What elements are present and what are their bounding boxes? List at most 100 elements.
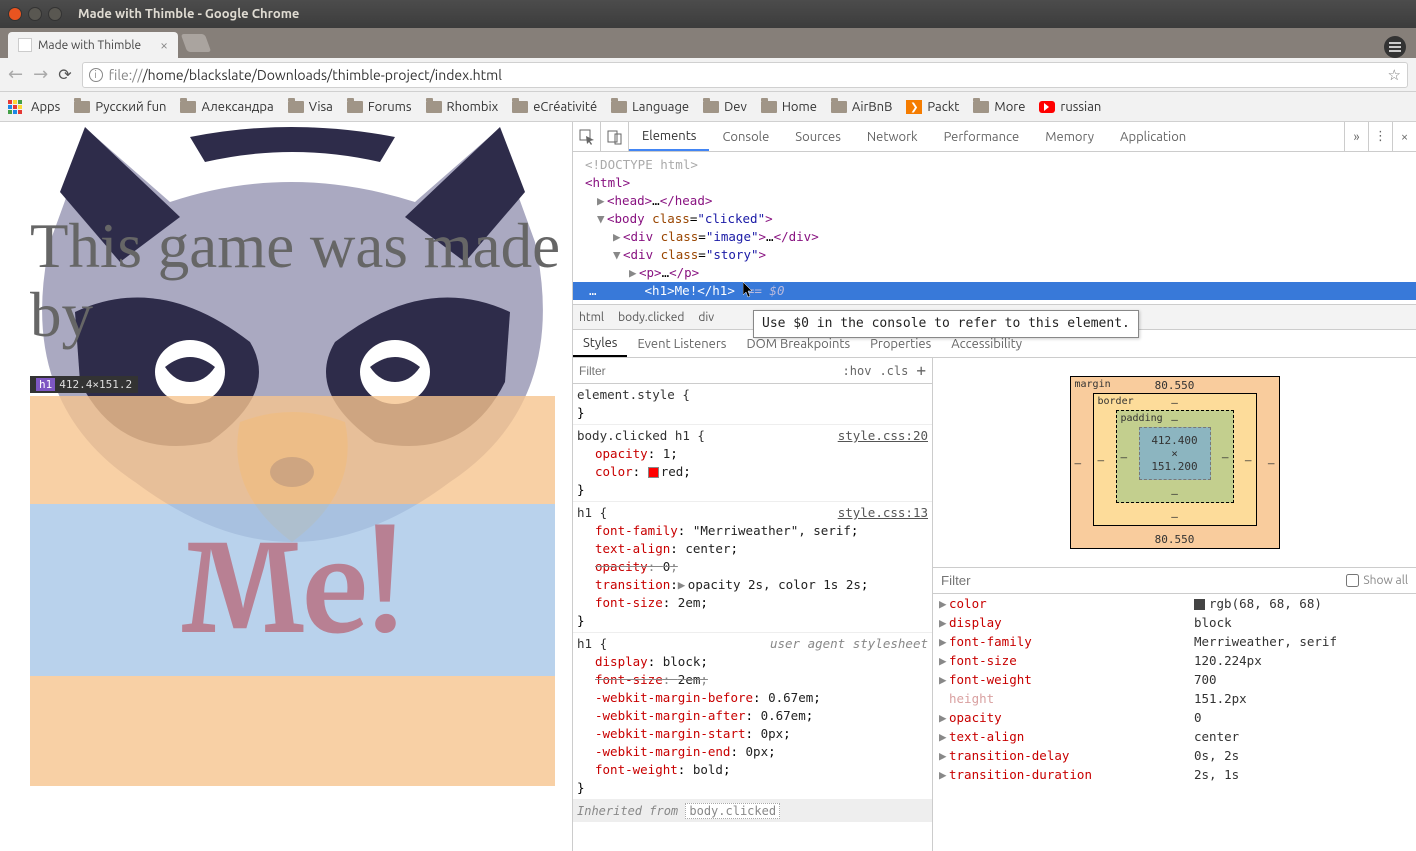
page-intro-text: This game was made by — [30, 212, 572, 351]
rule-body-clicked-h1[interactable]: style.css:20 body.clicked h1 { opacity: … — [573, 425, 932, 502]
computed-row[interactable]: height151.2px — [933, 689, 1416, 708]
computed-row[interactable]: ▶opacity0 — [933, 708, 1416, 727]
back-icon[interactable]: ← — [8, 64, 23, 85]
bookmark-star-icon[interactable]: ☆ — [1388, 66, 1401, 84]
rule-link[interactable]: style.css:13 — [838, 504, 928, 522]
bookmark-folder[interactable]: Dev — [703, 100, 747, 114]
tab-close-icon[interactable]: × — [160, 37, 168, 53]
dom-body[interactable]: ▼<body class="clicked"> — [573, 210, 1416, 228]
bookmark-packt[interactable]: ❯Packt — [906, 100, 959, 114]
window-close-icon[interactable] — [8, 7, 22, 21]
devtools-close-icon[interactable]: × — [1392, 122, 1416, 151]
folder-icon — [74, 101, 90, 113]
folder-icon — [761, 101, 777, 113]
tabs-overflow-icon[interactable]: » — [1344, 122, 1368, 151]
window-maximize-icon[interactable] — [48, 7, 62, 21]
folder-icon — [288, 101, 304, 113]
highlight-margin-top — [30, 396, 555, 504]
inspect-icon[interactable] — [573, 122, 601, 151]
avatar-icon[interactable] — [1384, 36, 1406, 58]
tab-elements[interactable]: Elements — [629, 122, 709, 151]
computed-row[interactable]: ▶font-weight700 — [933, 670, 1416, 689]
dom-p[interactable]: ▶<p>…</p> — [573, 264, 1416, 282]
computed-row[interactable]: ▶text-aligncenter — [933, 727, 1416, 746]
computed-row[interactable]: ▶displayblock — [933, 613, 1416, 632]
packt-icon: ❯ — [906, 100, 922, 114]
bookmark-folder[interactable]: eCréativité — [512, 100, 597, 114]
cls-toggle[interactable]: .cls — [879, 364, 908, 378]
bookmark-russian[interactable]: russian — [1039, 100, 1101, 114]
rule-h1[interactable]: style.css:13 h1 { font-family: "Merriwea… — [573, 502, 932, 633]
info-icon[interactable]: i — [89, 68, 103, 82]
tab-console[interactable]: Console — [709, 122, 782, 151]
computed-row[interactable]: ▶transition-duration2s, 1s — [933, 765, 1416, 784]
css-rules[interactable]: element.style {} style.css:20 body.click… — [573, 384, 932, 851]
tab-network[interactable]: Network — [854, 122, 931, 151]
bookmark-folder[interactable]: Language — [611, 100, 689, 114]
bookmark-folder[interactable]: Forums — [347, 100, 412, 114]
subtab-styles[interactable]: Styles — [573, 330, 627, 357]
devtools-panel: Elements Console Sources Network Perform… — [572, 122, 1416, 851]
hov-toggle[interactable]: :hov — [843, 364, 872, 378]
dom-div-story[interactable]: ▼<div class="story"> — [573, 246, 1416, 264]
bookmark-folder[interactable]: Александра — [180, 100, 273, 114]
dom-doctype[interactable]: <!DOCTYPE html> — [573, 156, 1416, 174]
folder-icon — [831, 101, 847, 113]
tab-title: Made with Thimble — [38, 39, 141, 52]
rendered-page: This game was made by Me! h1 412.4×151.2 — [0, 122, 572, 851]
computed-row[interactable]: ▶font-size120.224px — [933, 651, 1416, 670]
tab-sources[interactable]: Sources — [782, 122, 854, 151]
cursor-icon — [743, 282, 755, 298]
dom-tree[interactable]: <!DOCTYPE html> <html> ▶<head>…</head> ▼… — [573, 152, 1416, 304]
computed-row[interactable]: ▶font-familyMerriweather, serif — [933, 632, 1416, 651]
new-rule-icon[interactable]: + — [916, 361, 926, 380]
dom-h1-selected[interactable]: … <h1>Me!</h1> == $0 — [573, 282, 1416, 300]
subtab-event-listeners[interactable]: Event Listeners — [627, 330, 736, 357]
console-tooltip: Use $0 in the console to refer to this e… — [753, 310, 1139, 338]
new-tab-button[interactable] — [181, 34, 212, 52]
bookmark-folder[interactable]: AirBnB — [831, 100, 892, 114]
computed-row[interactable]: ▶colorrgb(68, 68, 68) — [933, 594, 1416, 613]
apps-button[interactable]: Apps — [8, 100, 60, 114]
address-bar: ← → ⟳ i file:///home/blackslate/Download… — [0, 58, 1416, 92]
computed-row[interactable]: ▶transition-delay0s, 2s — [933, 746, 1416, 765]
window-minimize-icon[interactable] — [28, 7, 42, 21]
tab-memory[interactable]: Memory — [1032, 122, 1107, 151]
bookmark-folder[interactable]: Visa — [288, 100, 333, 114]
favicon-icon — [18, 38, 32, 52]
tab-application[interactable]: Application — [1107, 122, 1199, 151]
devtools-menu-icon[interactable]: ⋮ — [1368, 122, 1392, 151]
folder-icon — [347, 101, 363, 113]
dom-html[interactable]: <html> — [573, 174, 1416, 192]
content-area: This game was made by Me! h1 412.4×151.2… — [0, 122, 1416, 851]
url-input[interactable]: i file:///home/blackslate/Downloads/thim… — [82, 62, 1408, 88]
folder-icon — [180, 101, 196, 113]
styles-filter-input[interactable] — [579, 364, 734, 378]
computed-filter-input[interactable] — [941, 573, 1118, 588]
element-dimensions-badge: h1 412.4×151.2 — [30, 376, 138, 393]
show-all-checkbox[interactable] — [1346, 574, 1359, 587]
rule-element-style[interactable]: element.style {} — [573, 384, 932, 425]
computed-list[interactable]: ▶colorrgb(68, 68, 68)▶displayblock▶font-… — [933, 594, 1416, 851]
show-all-label: Show all — [1363, 574, 1408, 587]
bookmark-folder[interactable]: Rhombix — [426, 100, 499, 114]
rule-h1-ua[interactable]: user agent stylesheet h1 { display: bloc… — [573, 633, 932, 800]
bookmark-folder[interactable]: More — [973, 100, 1025, 114]
inherited-header: Inherited from body.clicked — [573, 800, 932, 822]
apps-icon — [8, 100, 22, 114]
bookmark-folder[interactable]: Home — [761, 100, 817, 114]
folder-icon — [426, 101, 442, 113]
tab-performance[interactable]: Performance — [931, 122, 1033, 151]
crumb-html[interactable]: html — [579, 311, 604, 324]
browser-tab[interactable]: Made with Thimble × — [8, 32, 178, 58]
crumb-body[interactable]: body.clicked — [618, 311, 684, 324]
reload-icon[interactable]: ⟳ — [58, 65, 71, 84]
box-model[interactable]: margin 80.550 – – 80.550 border – – – – — [933, 358, 1416, 568]
dom-div-image[interactable]: ▶<div class="image">…</div> — [573, 228, 1416, 246]
device-toggle-icon[interactable] — [601, 122, 629, 151]
rule-link[interactable]: style.css:20 — [838, 427, 928, 445]
dom-head[interactable]: ▶<head>…</head> — [573, 192, 1416, 210]
bookmark-folder[interactable]: Русский fun — [74, 100, 166, 114]
crumb-div[interactable]: div — [698, 311, 714, 324]
forward-icon[interactable]: → — [33, 64, 48, 85]
